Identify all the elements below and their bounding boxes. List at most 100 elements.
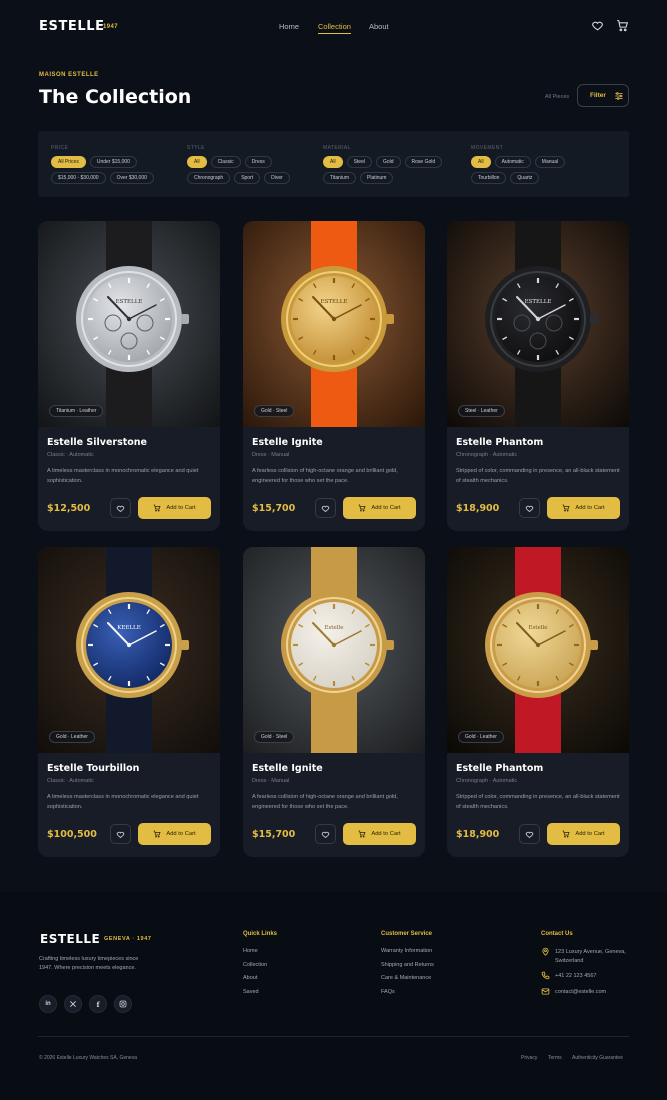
footer-address: 123 Luxury Avenue, Geneva, Switzerland [555, 949, 626, 964]
footer-email[interactable]: contact@estelle.com [555, 989, 606, 995]
nav-about[interactable]: About [369, 22, 389, 31]
product-name[interactable]: Estelle Tourbillon [47, 763, 139, 774]
product-image[interactable]: ESTELLE [243, 221, 425, 427]
product-card[interactable]: KEELLE Gold · Leather Estelle Tourbillon… [38, 547, 220, 857]
x-icon[interactable] [64, 995, 82, 1013]
chip-movement-quartz[interactable]: Quartz [510, 172, 540, 184]
footer-phone[interactable]: +41 22 123 4567 [555, 973, 596, 979]
footer-link-authenticity[interactable]: Authenticity Guarantee [572, 1055, 623, 1061]
wishlist-button[interactable] [110, 498, 131, 518]
chip-material-titanium[interactable]: Titanium [323, 172, 356, 184]
product-name[interactable]: Estelle Phantom [456, 763, 543, 774]
section-eyebrow: MAISON ESTELLE [39, 72, 99, 78]
product-card[interactable]: ESTELLE Titanium · Leather Estelle Silve… [38, 221, 220, 531]
chip-movement-manual[interactable]: Manual [534, 156, 566, 168]
chip-price-under-15000[interactable]: Under $15,000 [89, 156, 137, 168]
chip-material-platinum[interactable]: Platinum [360, 172, 394, 184]
footer-link-shipping[interactable]: Shipping and Returns [381, 962, 434, 968]
heart-icon [321, 505, 330, 512]
nav-collection[interactable]: Collection [318, 22, 351, 34]
chip-movement-tourbillon[interactable]: Tourbillon [471, 172, 507, 184]
wishlist-button[interactable] [519, 824, 540, 844]
chip-style-chronograph[interactable]: Chronograph [187, 172, 231, 184]
chip-price-15000-30000[interactable]: $15,000 - $30,000 [51, 172, 106, 184]
product-name[interactable]: Estelle Phantom [456, 437, 543, 448]
add-to-cart-button[interactable]: Add to Cart [138, 823, 211, 845]
add-to-cart-button[interactable]: Add to Cart [343, 823, 416, 845]
footer-link-warranty[interactable]: Warranty Information [381, 948, 432, 954]
footer-link-privacy[interactable]: Privacy [521, 1055, 537, 1061]
filter-label: Filter [590, 92, 606, 99]
chip-price-over-30000[interactable]: Over $30,000 [109, 172, 154, 184]
results-count: All Pieces [545, 94, 570, 100]
dial-logo: Estelle [324, 625, 343, 631]
add-to-cart-button[interactable]: Add to Cart [343, 497, 416, 519]
chip-style-dress[interactable]: Dress [244, 156, 272, 168]
product-card[interactable]: ESTELLE Steel · Leather Estelle Phantom … [447, 221, 629, 531]
chip-style-all[interactable]: All [187, 156, 207, 168]
footer-tagline: Crafting timeless luxury timepieces sinc… [39, 956, 139, 971]
footer-link-care[interactable]: Care & Maintenance [381, 975, 431, 981]
add-to-cart-label: Add to Cart [371, 505, 401, 511]
add-to-cart-button[interactable]: Add to Cart [547, 823, 620, 845]
site-footer: ESTELLE GENEVA · 1947 Crafting timeless … [0, 892, 667, 1100]
material-badge: Steel · Leather [458, 405, 505, 417]
wishlist-button[interactable] [110, 824, 131, 844]
footer-contact-title: Contact Us [541, 931, 573, 937]
filter-button[interactable]: Filter [577, 84, 629, 107]
footer-link-saved[interactable]: Saved [243, 989, 259, 995]
add-to-cart-button[interactable]: Add to Cart [138, 497, 211, 519]
add-to-cart-button[interactable]: Add to Cart [547, 497, 620, 519]
product-name[interactable]: Estelle Ignite [252, 763, 323, 774]
chip-movement-automatic[interactable]: Automatic [494, 156, 531, 168]
linkedin-icon[interactable]: in [39, 995, 57, 1013]
facebook-icon[interactable]: f [89, 995, 107, 1013]
chip-material-rose-gold[interactable]: Rose Gold [404, 156, 443, 168]
wishlist-button[interactable] [519, 498, 540, 518]
product-image[interactable]: KEELLE [38, 547, 220, 753]
filter-label-price: PRICE [51, 145, 69, 151]
product-name[interactable]: Estelle Silverstone [47, 437, 147, 448]
heart-icon[interactable] [591, 19, 605, 33]
chip-material-gold[interactable]: Gold [375, 156, 401, 168]
product-image[interactable]: Estelle [447, 547, 629, 753]
nav-home[interactable]: Home [279, 22, 299, 31]
instagram-icon[interactable] [114, 995, 132, 1013]
brand-logo[interactable]: ESTELLE [39, 19, 105, 34]
chip-movement-all[interactable]: All [471, 156, 491, 168]
chip-price-all[interactable]: All Prices [51, 156, 86, 168]
footer-link-home[interactable]: Home [243, 948, 258, 954]
product-card[interactable]: Estelle Gold · Steel Estelle Ignite Dres… [243, 547, 425, 857]
chip-material-steel[interactable]: Steel [346, 156, 372, 168]
footer-link-about[interactable]: About [243, 975, 257, 981]
product-description: A fearless collision of high-octane oran… [252, 468, 398, 484]
filter-label-material: MATERIAL [323, 145, 351, 151]
add-to-cart-label: Add to Cart [166, 505, 196, 511]
dial-logo: ESTELLE [116, 299, 143, 305]
product-image[interactable]: ESTELLE [447, 221, 629, 427]
footer-link-terms[interactable]: Terms [548, 1055, 562, 1061]
footer-link-faqs[interactable]: FAQs [381, 989, 395, 995]
wishlist-button[interactable] [315, 498, 336, 518]
cart-icon [358, 504, 366, 512]
footer-link-collection[interactable]: Collection [243, 962, 267, 968]
footer-brand[interactable]: ESTELLE [40, 932, 100, 946]
product-card[interactable]: Estelle Gold · Leather Estelle Phantom C… [447, 547, 629, 857]
filter-label-style: STYLE [187, 145, 205, 151]
chip-style-classic[interactable]: Classic [210, 156, 241, 168]
product-subtitle: Chronograph · Automatic [456, 778, 518, 784]
material-badge: Titanium · Leather [49, 405, 104, 417]
chip-style-sport[interactable]: Sport [234, 172, 261, 184]
product-card[interactable]: ESTELLE Gold · Steel Estelle Ignite Dres… [243, 221, 425, 531]
cart-icon[interactable] [616, 19, 630, 33]
product-subtitle: Chronograph · Automatic [456, 452, 518, 458]
chip-style-diver[interactable]: Diver [264, 172, 290, 184]
product-name[interactable]: Estelle Ignite [252, 437, 323, 448]
product-image[interactable]: Estelle [243, 547, 425, 753]
mail-icon [541, 988, 550, 995]
material-badge: Gold · Leather [458, 731, 504, 743]
product-image[interactable]: ESTELLE [38, 221, 220, 427]
chip-material-all[interactable]: All [323, 156, 343, 168]
wishlist-button[interactable] [315, 824, 336, 844]
copyright: © 2026 Estelle Luxury Watches SA, Geneva [39, 1055, 137, 1061]
